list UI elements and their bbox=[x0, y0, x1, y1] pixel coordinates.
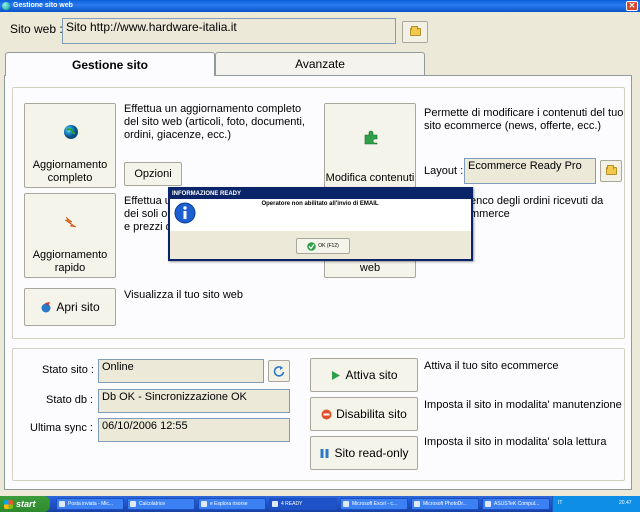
puzzle-icon bbox=[364, 130, 378, 145]
window-title: Gestione sito web bbox=[13, 2, 73, 9]
edit-content-description: Permette di modificare i contenuti del t… bbox=[424, 107, 624, 132]
last-sync-label: Ultima sync : bbox=[30, 422, 93, 434]
disable-site-button[interactable]: Disabilita sito bbox=[310, 397, 418, 431]
folder-icon bbox=[605, 165, 617, 175]
open-site-label: Apri sito bbox=[56, 300, 100, 314]
db-state-field: Db OK - Sincronizzazione OK bbox=[98, 389, 290, 413]
dialog-title: INFORMAZIONE READY bbox=[170, 189, 471, 199]
open-site-description: Visualizza il tuo sito web bbox=[124, 289, 244, 301]
mail-icon bbox=[59, 501, 65, 507]
folder-icon bbox=[409, 26, 421, 36]
edit-content-button[interactable]: Modifica contenuti bbox=[324, 103, 416, 188]
db-state-label: Stato db : bbox=[46, 394, 94, 406]
app-icon bbox=[272, 501, 278, 507]
globe-pin-icon bbox=[41, 302, 51, 313]
disable-site-description: Imposta il sito in modalita' manutenzion… bbox=[424, 399, 622, 411]
quick-update-label: Aggiornamento rapido bbox=[32, 249, 108, 274]
pause-icon bbox=[320, 448, 329, 458]
browse-layout-button[interactable] bbox=[600, 160, 622, 182]
tab-gestione-sito[interactable]: Gestione sito bbox=[5, 52, 215, 76]
activate-site-description: Attiva il tuo sito ecommerce bbox=[424, 360, 559, 372]
layout-label: Layout : bbox=[424, 165, 464, 177]
taskbar-item[interactable]: e Esplora risorse bbox=[198, 498, 266, 510]
readonly-site-description: Imposta il sito in modalita' sola lettur… bbox=[424, 436, 607, 448]
taskbar-item[interactable]: Posta inviata - Mic... bbox=[56, 498, 124, 510]
app-icon bbox=[2, 2, 10, 10]
photo-icon bbox=[414, 501, 420, 507]
check-icon bbox=[307, 241, 317, 251]
disable-site-label: Disabilita sito bbox=[336, 407, 407, 421]
activate-site-label: Attiva sito bbox=[345, 368, 398, 382]
tab-avanzate[interactable]: Avanzate bbox=[215, 52, 425, 75]
globe-icon bbox=[64, 125, 78, 139]
readonly-site-button[interactable]: Sito read-only bbox=[310, 436, 418, 470]
dialog-ok-button[interactable]: OK (F12) bbox=[296, 238, 350, 254]
calculator-icon bbox=[130, 501, 136, 507]
last-sync-field: 06/10/2006 12:55 bbox=[98, 418, 290, 442]
full-update-description: Effettua un aggiornamento completo del s… bbox=[124, 103, 305, 141]
full-update-button[interactable]: Aggiornamento completo bbox=[24, 103, 116, 188]
browse-site-button[interactable] bbox=[402, 21, 428, 43]
open-site-button[interactable]: Apri sito bbox=[24, 288, 116, 326]
taskbar-item[interactable]: Microsoft PhotoDr... bbox=[411, 498, 479, 510]
dialog-footer: OK (F12) bbox=[170, 231, 471, 259]
orders-description: enco degli ordini ricevuti da mmerce bbox=[470, 195, 604, 220]
readonly-site-label: Sito read-only bbox=[334, 446, 409, 460]
language-indicator[interactable]: IT bbox=[558, 500, 562, 506]
edit-content-label: Modifica contenuti bbox=[325, 172, 415, 184]
site-url-field[interactable]: Sito http://www.hardware-italia.it bbox=[62, 18, 396, 44]
info-icon bbox=[174, 202, 196, 224]
taskbar-item[interactable]: Calcolatrice bbox=[127, 498, 195, 510]
full-update-label: Aggiornamento completo bbox=[32, 159, 108, 184]
refresh-icon bbox=[273, 366, 285, 377]
options-button[interactable]: Opzioni bbox=[124, 162, 182, 186]
activate-site-button[interactable]: Attiva sito bbox=[310, 358, 418, 392]
browser-icon bbox=[485, 501, 491, 507]
play-icon bbox=[332, 370, 341, 380]
excel-icon bbox=[343, 501, 349, 507]
taskbar-item[interactable]: 4 READY bbox=[269, 498, 337, 510]
taskbar: start Posta inviata - Mic... Calcolatric… bbox=[0, 496, 640, 512]
title-bar: Gestione sito web ✕ bbox=[0, 0, 640, 12]
refresh-button[interactable] bbox=[268, 360, 290, 382]
taskbar-item[interactable]: ASUSTeK Comput... bbox=[482, 498, 550, 510]
quick-update-button[interactable]: Aggiornamento rapido bbox=[24, 193, 116, 278]
start-label: start bbox=[16, 499, 36, 509]
site-state-label: Stato sito : bbox=[42, 364, 94, 376]
lightning-icon bbox=[64, 216, 77, 228]
dialog-ok-label: OK (F12) bbox=[318, 243, 339, 249]
orders-label: web bbox=[359, 262, 381, 274]
folder-icon bbox=[201, 501, 207, 507]
site-label: Sito web : bbox=[10, 22, 63, 36]
info-dialog: INFORMAZIONE READY Operatore non abilita… bbox=[168, 187, 473, 261]
clock: 20.47 bbox=[619, 500, 632, 506]
site-state-field: Online bbox=[98, 359, 264, 383]
stop-icon bbox=[321, 409, 332, 419]
start-button[interactable]: start bbox=[0, 496, 50, 512]
dialog-message: Operatore non abilitato all'invio di EMA… bbox=[261, 201, 379, 207]
quick-update-description: Effettua u dei soli or e prezzi d bbox=[124, 195, 172, 233]
close-button[interactable]: ✕ bbox=[626, 1, 638, 11]
windows-logo-icon bbox=[4, 499, 13, 509]
taskbar-item[interactable]: Microsoft Excel - c... bbox=[340, 498, 408, 510]
layout-field[interactable]: Ecommerce Ready Pro bbox=[464, 158, 596, 184]
system-tray: IT 20.47 bbox=[552, 496, 640, 512]
